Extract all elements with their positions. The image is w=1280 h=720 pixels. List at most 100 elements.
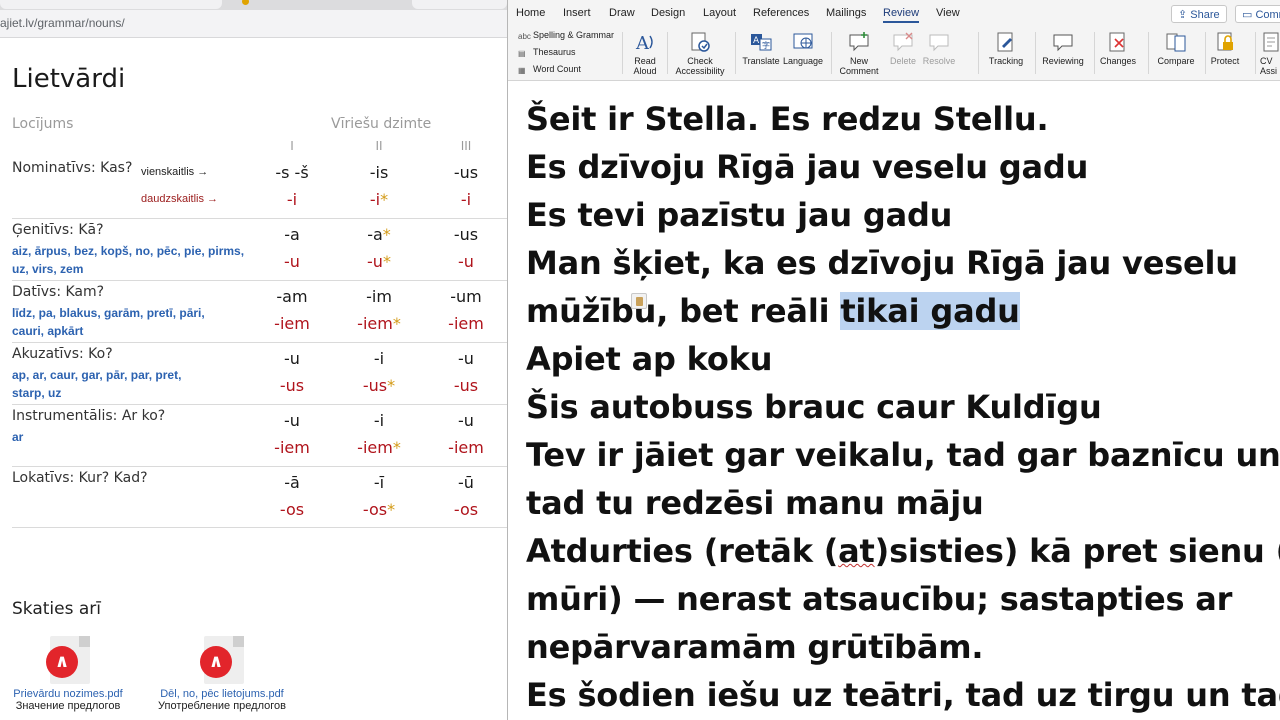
translate-button[interactable]: A字 Translate xyxy=(741,30,781,66)
preposition-list[interactable]: līdz, pa, blakus, garām, pretī, pāri, xyxy=(12,306,205,320)
singular-ending: -i xyxy=(373,349,385,368)
plural-ending: -i xyxy=(262,190,322,209)
tracking-label: Tracking xyxy=(988,56,1024,66)
plural-ending: -us xyxy=(436,376,496,395)
pdf-file-subtitle: Значение предлогов xyxy=(15,700,121,712)
browser-tab[interactable] xyxy=(0,0,222,9)
changes-button[interactable]: Changes xyxy=(1099,30,1137,66)
word-count-button[interactable]: ▦ Word Count xyxy=(518,64,581,75)
browser-tab[interactable] xyxy=(412,0,507,9)
ribbon-divider xyxy=(1035,32,1036,74)
asterisk-mark: * xyxy=(382,225,391,244)
tracking-button[interactable]: Tracking xyxy=(986,30,1026,66)
pdf-file-name[interactable]: Dēl, no, pēc lietojums.pdf xyxy=(147,688,297,700)
see-also-heading: Skaties arī xyxy=(12,599,101,619)
lock-icon xyxy=(1217,32,1233,51)
preposition-list[interactable]: ar xyxy=(12,430,23,444)
singular-ending: -a xyxy=(284,225,300,244)
row-divider xyxy=(12,527,507,528)
doc-text[interactable]: mūžību, bet reāli xyxy=(526,292,840,330)
tab-review[interactable]: Review xyxy=(883,7,920,23)
reviewing-button[interactable]: Reviewing xyxy=(1041,30,1085,66)
plural-ending: -us* xyxy=(349,376,409,395)
share-button[interactable]: ⇪ Share xyxy=(1171,5,1227,23)
ending-text: -u xyxy=(458,252,474,271)
cv-label: CV xyxy=(1260,56,1273,66)
ending-text: -iem xyxy=(274,314,310,333)
document-canvas[interactable]: Šeit ir Stella. Es redzu Stellu. Es dzīv… xyxy=(508,82,1280,720)
share-icon: ⇪ xyxy=(1178,9,1191,21)
preposition-list[interactable]: cauri, apkārt xyxy=(12,324,83,338)
tab-home[interactable]: Home xyxy=(516,7,545,19)
doc-line[interactable]: Man šķiet, ka es dzīvoju Rīgā jau veselu xyxy=(526,244,1238,282)
tab-design[interactable]: Design xyxy=(651,7,685,19)
tab-insert[interactable]: Insert xyxy=(563,7,591,19)
ending-text: -os xyxy=(362,500,388,519)
ending-text: -iem xyxy=(357,314,393,333)
compare-button[interactable]: Compare xyxy=(1154,30,1198,66)
ribbon-divider xyxy=(667,32,668,74)
misspelled-text[interactable]: at xyxy=(838,532,875,570)
gender-header: Vīriešu dzimte xyxy=(331,116,432,132)
comment-label: Comment xyxy=(839,66,879,76)
resolve-button[interactable]: Resolve xyxy=(921,30,957,66)
doc-line[interactable]: mūžību, bet reāli tikai gadu xyxy=(526,292,1020,330)
case-label: Datīvs: Kam? xyxy=(12,284,105,300)
pdf-file-name[interactable]: Prievārdu nozimes.pdf xyxy=(0,688,143,700)
read-aloud-button[interactable]: A Read Aloud xyxy=(632,30,658,76)
spelling-grammar-button[interactable]: abc Spelling & Grammar xyxy=(518,30,614,41)
doc-line[interactable]: Tev ir jāiet gar veikalu, tad gar baznīc… xyxy=(526,436,1280,474)
check-label: Check xyxy=(687,56,713,66)
doc-line[interactable]: Apiet ap koku xyxy=(526,340,772,378)
language-label: Language xyxy=(782,56,824,66)
tab-layout[interactable]: Layout xyxy=(703,7,736,19)
cv-assistant-button[interactable]: CV Assi xyxy=(1260,30,1280,76)
preposition-list[interactable]: aiz, ārpus, bez, kopš, no, pēc, pie, pir… xyxy=(12,244,244,258)
plural-ending: -iem xyxy=(436,314,496,333)
tab-mailings[interactable]: Mailings xyxy=(826,7,866,19)
spelling-icon: abc xyxy=(518,32,531,41)
singular-ending: -u xyxy=(284,411,300,430)
url-text[interactable]: ajiet.lv/grammar/nouns/ xyxy=(0,16,125,30)
preposition-list[interactable]: ap, ar, caur, gar, pār, par, pret, xyxy=(12,368,181,382)
doc-line[interactable]: Atdurties (retāk (at)sisties) kā pret si… xyxy=(526,532,1280,570)
thesaurus-button[interactable]: ▤ Thesaurus xyxy=(518,47,576,58)
declension-col-2: II xyxy=(375,139,383,153)
address-bar[interactable]: ajiet.lv/grammar/nouns/ xyxy=(0,10,507,38)
selected-text[interactable]: tikai gadu xyxy=(840,292,1020,330)
doc-line[interactable]: Es tevi pazīstu jau gadu xyxy=(526,196,952,234)
new-comment-button[interactable]: New Comment xyxy=(838,30,880,76)
doc-text[interactable]: )sisties) kā pret sienu (arī xyxy=(875,532,1280,570)
preposition-list[interactable]: starp, uz xyxy=(12,386,61,400)
pdf-attachment-2[interactable]: ∧ Dēl, no, pēc lietojums.pdf Употреблени… xyxy=(147,636,297,712)
doc-line[interactable]: tad tu redzēsi manu māju xyxy=(526,484,984,522)
comments-button[interactable]: ▭ Comme xyxy=(1235,5,1280,23)
doc-line[interactable]: Es šodien iešu uz teātri, tad uz tirgu u… xyxy=(526,676,1280,714)
tab-references[interactable]: References xyxy=(753,7,809,19)
paste-options-icon[interactable] xyxy=(631,293,647,309)
tab-draw[interactable]: Draw xyxy=(609,7,635,19)
doc-text[interactable]: Atdurties (retāk ( xyxy=(526,532,838,570)
singular-ending: -ī xyxy=(373,473,385,492)
doc-line[interactable]: Šis autobuss brauc caur Kuldīgu xyxy=(526,388,1102,426)
tab-view[interactable]: View xyxy=(936,7,960,19)
delete-comment-button[interactable]: Delete xyxy=(885,30,921,66)
doc-line[interactable]: nepārvaramām grūtībām. xyxy=(526,628,984,666)
doc-line[interactable]: Šeit ir Stella. Es redzu Stellu. xyxy=(526,100,1049,138)
svg-text:字: 字 xyxy=(762,40,770,50)
pdf-attachment-1[interactable]: ∧ Prievārdu nozimes.pdf Значение предлог… xyxy=(0,636,143,712)
read-aloud-label-2: Aloud xyxy=(633,66,657,76)
tab-favicon-icon xyxy=(242,0,249,5)
plural-ending: -u xyxy=(262,252,322,271)
word-window: Home Insert Draw Design Layout Reference… xyxy=(507,0,1280,720)
singular-label: vienskaitlis → xyxy=(141,166,209,178)
new-label: New xyxy=(849,56,868,66)
protect-button[interactable]: Protect xyxy=(1208,30,1242,66)
language-button[interactable]: Language xyxy=(782,30,824,66)
preposition-list[interactable]: uz, virs, zem xyxy=(12,262,83,276)
singular-ending: -u xyxy=(458,411,474,430)
doc-line[interactable]: mūri) — nerast atsaucību; sastapties ar xyxy=(526,580,1232,618)
doc-line[interactable]: Es dzīvoju Rīgā jau veselu gadu xyxy=(526,148,1088,186)
check-accessibility-button[interactable]: Check Accessibility xyxy=(673,30,727,76)
case-label: Nominatīvs: Kas? xyxy=(12,160,133,176)
